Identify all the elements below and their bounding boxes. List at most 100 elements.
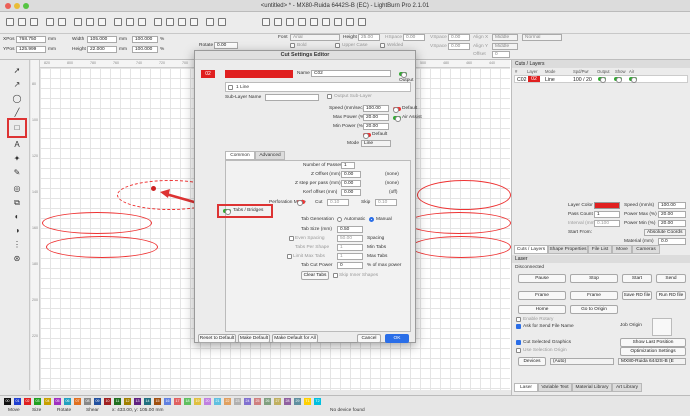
rectangle-tool-icon[interactable]: □ [12, 123, 22, 133]
height-percent-input[interactable]: 100.000 [132, 46, 158, 53]
alignx-select[interactable]: Middle [492, 34, 518, 41]
dialog-min-power-input[interactable]: 20.00 [363, 123, 389, 130]
hspace-input[interactable]: 0.00 [403, 34, 425, 41]
dialog-speed-input[interactable]: 100.00 [363, 105, 389, 112]
palette-swatch[interactable]: T1 [304, 398, 311, 405]
palette-swatch[interactable]: 08 [84, 398, 91, 405]
palette-swatch[interactable]: 01 [14, 398, 21, 405]
clear-tabs-button[interactable]: Clear Tabs [301, 271, 329, 280]
layer-row[interactable]: C02 02 Line 100 / 20 [514, 75, 688, 83]
palette-swatch[interactable]: 03 [34, 398, 41, 405]
palette-swatch[interactable]: 14 [144, 398, 151, 405]
ok-button[interactable]: OK [385, 334, 409, 343]
name-input[interactable]: C02 [311, 70, 391, 77]
zstep-input[interactable]: 0.00 [341, 180, 361, 187]
frame-button[interactable]: Frame [518, 291, 566, 300]
bezier-tool-icon[interactable]: ◯ [12, 94, 22, 104]
palette-swatch[interactable]: 11 [114, 398, 121, 405]
port-select[interactable]: (Auto) [550, 358, 614, 365]
palette-swatch[interactable]: 29 [294, 398, 301, 405]
trace-image-icon[interactable] [166, 18, 174, 26]
optimization-settings-button[interactable]: Optimization Settings [620, 347, 686, 356]
reset-to-default-button[interactable]: Reset to Default [198, 334, 236, 343]
status-move[interactable]: Move [8, 408, 20, 413]
start-from-select[interactable]: Absolute Coords [644, 229, 686, 236]
ellipse-shape[interactable] [417, 180, 511, 210]
max-power-input[interactable]: 20.00 [658, 211, 686, 218]
passes-input[interactable]: 1 [341, 162, 355, 169]
palette-swatch[interactable]: 27 [274, 398, 281, 405]
sublayer-list[interactable]: 1 Line [225, 82, 411, 92]
tab-gen-automatic-radio[interactable] [337, 217, 342, 222]
start-button[interactable]: Start [622, 274, 652, 283]
copy-icon[interactable] [86, 18, 94, 26]
text-height-input[interactable]: 25.00 [358, 34, 380, 41]
send-button[interactable]: Send [656, 274, 686, 283]
layer-color-bar[interactable] [225, 70, 293, 78]
help-icon[interactable] [218, 18, 226, 26]
perforation-cut-input[interactable]: 0.10 [327, 199, 349, 206]
tab-art-library[interactable]: Art Library [612, 383, 642, 392]
rotate-input[interactable]: 0.00 [214, 42, 238, 49]
tab-gen-manual-radio[interactable] [369, 217, 374, 222]
palette-swatch[interactable]: 05 [54, 398, 61, 405]
go-to-origin-button[interactable]: Go to Origin [570, 305, 618, 314]
dialog-max-power-input[interactable]: 20.00 [363, 114, 389, 121]
line-tool-icon[interactable]: ╱ [12, 108, 22, 118]
skip-inner-shapes-checkbox[interactable] [333, 273, 338, 278]
tab-cut-power-input[interactable]: 0 [337, 262, 363, 269]
position-laser-icon[interactable]: ✦ [12, 154, 22, 164]
layer-output-toggle[interactable] [598, 77, 606, 83]
palette-swatch[interactable]: 28 [284, 398, 291, 405]
output-sublayer-checkbox[interactable] [327, 94, 332, 99]
boolean-union-icon[interactable]: ◐ [12, 212, 22, 222]
measure-tool-icon[interactable]: ✎ [12, 168, 22, 178]
devices-button[interactable]: Devices [518, 357, 546, 366]
palette-swatch[interactable]: 09 [94, 398, 101, 405]
weld-icon[interactable]: ⧉ [12, 198, 22, 208]
palette-swatch[interactable]: 25 [254, 398, 261, 405]
job-origin-grid[interactable] [652, 318, 672, 336]
palette-swatch[interactable]: 23 [234, 398, 241, 405]
camera-icon[interactable] [154, 18, 162, 26]
pause-button[interactable]: Pause [518, 274, 566, 283]
palette-swatch[interactable]: 19 [194, 398, 201, 405]
limit-max-tabs-checkbox[interactable] [287, 254, 292, 259]
ellipse-shape[interactable] [411, 236, 511, 258]
tab-common[interactable]: Common [225, 151, 255, 160]
palette-swatch[interactable]: 26 [264, 398, 271, 405]
ypos-input[interactable]: 125.999 [16, 46, 46, 53]
zoffset-input[interactable]: 0.00 [341, 171, 361, 178]
zoom-in-icon[interactable] [114, 18, 122, 26]
show-last-position-button[interactable]: Show Last Position [620, 338, 686, 347]
align-left-icon[interactable] [262, 18, 270, 26]
cut-icon[interactable] [74, 18, 82, 26]
palette-swatch[interactable]: 18 [184, 398, 191, 405]
group-icon[interactable] [346, 18, 354, 26]
align-top-icon[interactable] [298, 18, 306, 26]
palette-swatch[interactable]: 24 [244, 398, 251, 405]
tab-advanced[interactable]: Advanced [255, 151, 285, 160]
frame-circle-button[interactable]: Frame [570, 291, 618, 300]
tabs-per-shape-input[interactable]: 1 [337, 244, 363, 251]
interval-input[interactable]: 0.100 [594, 220, 620, 227]
edit-nodes-icon[interactable]: ↗ [12, 80, 22, 90]
circular-array-icon[interactable]: ⊛ [12, 254, 22, 264]
ellipse-shape[interactable] [46, 236, 158, 258]
tab-laser[interactable]: Laser [514, 383, 538, 392]
enable-rotary-checkbox[interactable] [516, 317, 521, 322]
zoom-out-icon[interactable] [126, 18, 134, 26]
align-right-icon[interactable] [286, 18, 294, 26]
offset-input[interactable]: 0 [492, 51, 510, 58]
palette-swatch[interactable]: 22 [224, 398, 231, 405]
redo-icon[interactable] [58, 18, 66, 26]
min-power-input[interactable]: 20.00 [658, 220, 686, 227]
palette-swatch[interactable]: 06 [64, 398, 71, 405]
select-tool-icon[interactable]: ➚ [12, 66, 22, 76]
status-shear[interactable]: Shear [86, 408, 99, 413]
ellipse-shape[interactable] [42, 212, 152, 234]
device-settings-icon[interactable] [190, 18, 198, 26]
save-rd-button[interactable]: Save RD file [622, 291, 652, 300]
text-tool-icon[interactable]: A [12, 140, 22, 150]
uppercase-checkbox[interactable] [335, 43, 340, 48]
